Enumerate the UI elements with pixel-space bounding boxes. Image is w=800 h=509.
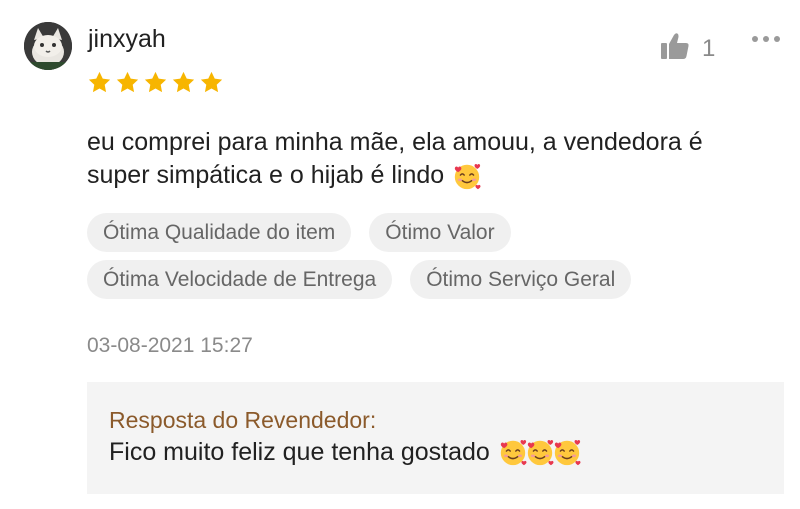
star-icon <box>199 70 224 95</box>
like-count: 1 <box>702 34 716 62</box>
tag-value: Ótimo Valor <box>369 213 511 252</box>
star-rating <box>87 70 224 95</box>
star-icon <box>143 70 168 95</box>
seller-reply-text: Fico muito feliz que tenha gostado <box>109 438 490 466</box>
review-tags: Ótima Qualidade do item Ótimo Valor Ótim… <box>87 213 787 307</box>
username: jinxyah <box>88 25 166 53</box>
avatar-image <box>24 22 72 70</box>
review-text-line-1: eu comprei para minha mãe, ela amouu, a … <box>87 128 703 156</box>
tag-overall-service: Ótimo Serviço Geral <box>410 260 632 299</box>
more-dots-icon[interactable] <box>752 36 780 42</box>
tag-item-quality: Ótima Qualidade do item <box>87 213 352 252</box>
star-icon <box>87 70 112 95</box>
star-icon <box>171 70 196 95</box>
smiling-face-with-hearts-icon <box>525 437 555 467</box>
smiling-face-with-hearts-icon <box>552 437 582 467</box>
tag-delivery-speed: Ótima Velocidade de Entrega <box>87 260 393 299</box>
smiling-face-with-hearts-icon <box>452 161 482 191</box>
thumbs-up-icon <box>660 32 690 65</box>
review-date: 03-08-2021 15:27 <box>87 334 253 357</box>
smiling-face-with-hearts-icon <box>498 437 528 467</box>
like-button[interactable]: 1 <box>660 32 715 65</box>
avatar[interactable] <box>24 22 72 70</box>
review-text-line-2: super simpática e o hijab é lindo <box>87 161 445 189</box>
seller-reply: Resposta do Revendedor: Fico muito feliz… <box>87 382 784 494</box>
seller-reply-title: Resposta do Revendedor: <box>109 407 377 433</box>
star-icon <box>115 70 140 95</box>
review-text: eu comprei para minha mãe, ela amouu, a … <box>87 126 777 192</box>
